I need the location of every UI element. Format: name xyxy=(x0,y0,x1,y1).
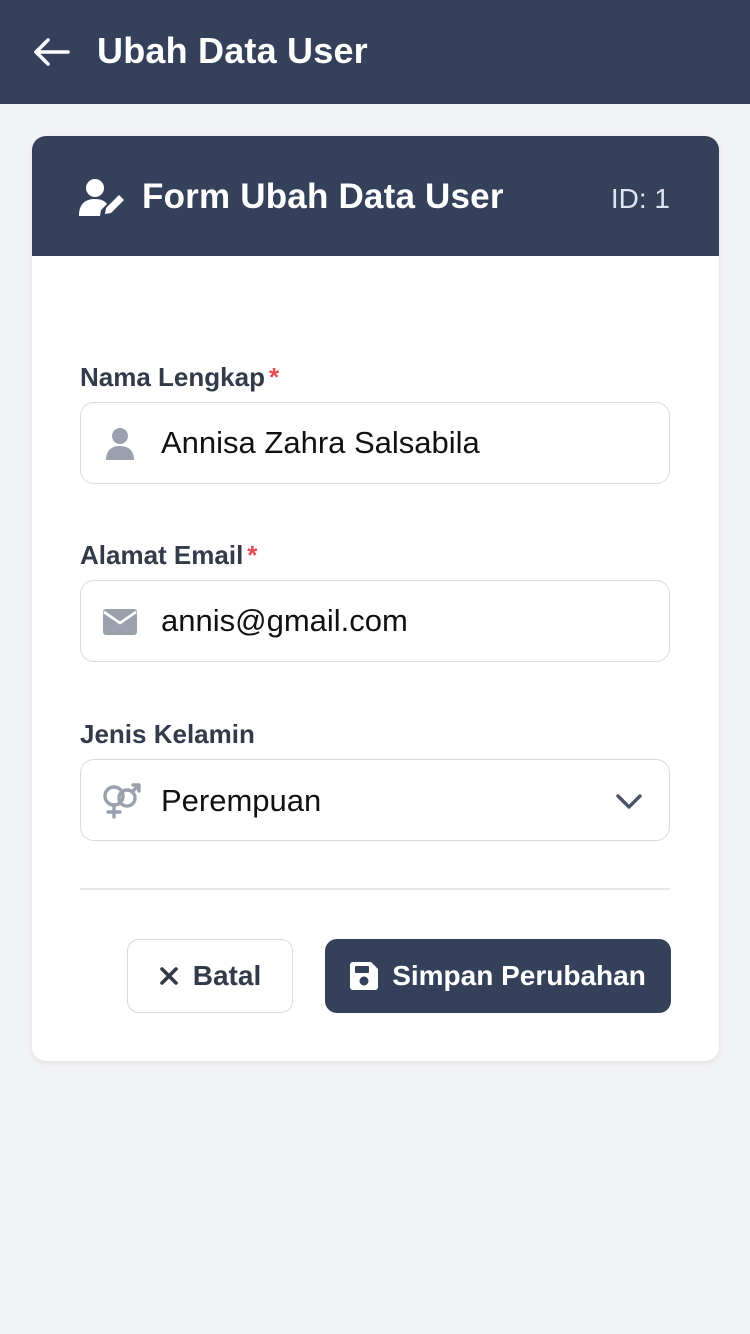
cancel-button-label: Batal xyxy=(192,960,262,991)
save-button-label: Simpan Perubahan xyxy=(392,960,646,991)
gender-label: Jenis Kelamin xyxy=(80,719,255,749)
email-label-text: Alamat Email xyxy=(80,540,244,570)
email-label: Alamat Email * xyxy=(80,540,257,571)
form-card: Form Ubah Data User ID: 1 Nama Lengkap * … xyxy=(32,136,719,1061)
user-icon xyxy=(103,427,137,461)
cancel-button[interactable]: Batal xyxy=(127,939,293,1013)
user-edit-icon xyxy=(79,179,124,216)
name-field[interactable] xyxy=(80,402,670,484)
card-header: Form Ubah Data User ID: 1 xyxy=(32,136,719,256)
gender-selected-value: Perempuan xyxy=(161,783,322,818)
name-label: Nama Lengkap * xyxy=(80,362,279,393)
name-input[interactable] xyxy=(161,403,641,482)
required-mark: * xyxy=(247,540,258,570)
gender-select[interactable]: Perempuan xyxy=(80,759,670,841)
name-label-text: Nama Lengkap xyxy=(80,362,265,392)
page-title: Ubah Data User xyxy=(97,30,368,71)
app-bar: Ubah Data User xyxy=(0,0,750,104)
email-field[interactable] xyxy=(80,580,670,662)
gender-icon xyxy=(101,783,143,819)
envelope-icon xyxy=(103,605,137,639)
save-button[interactable]: Simpan Perubahan xyxy=(325,939,671,1013)
arrow-left-icon xyxy=(34,38,70,66)
back-button[interactable] xyxy=(30,33,72,71)
required-mark: * xyxy=(268,362,280,392)
record-id-label: ID: 1 xyxy=(610,183,670,214)
divider xyxy=(80,888,670,890)
card-title: Form Ubah Data User xyxy=(142,177,504,216)
email-input[interactable] xyxy=(161,581,641,660)
chevron-down-icon xyxy=(616,794,642,809)
close-icon xyxy=(159,967,178,985)
save-icon xyxy=(350,962,379,990)
